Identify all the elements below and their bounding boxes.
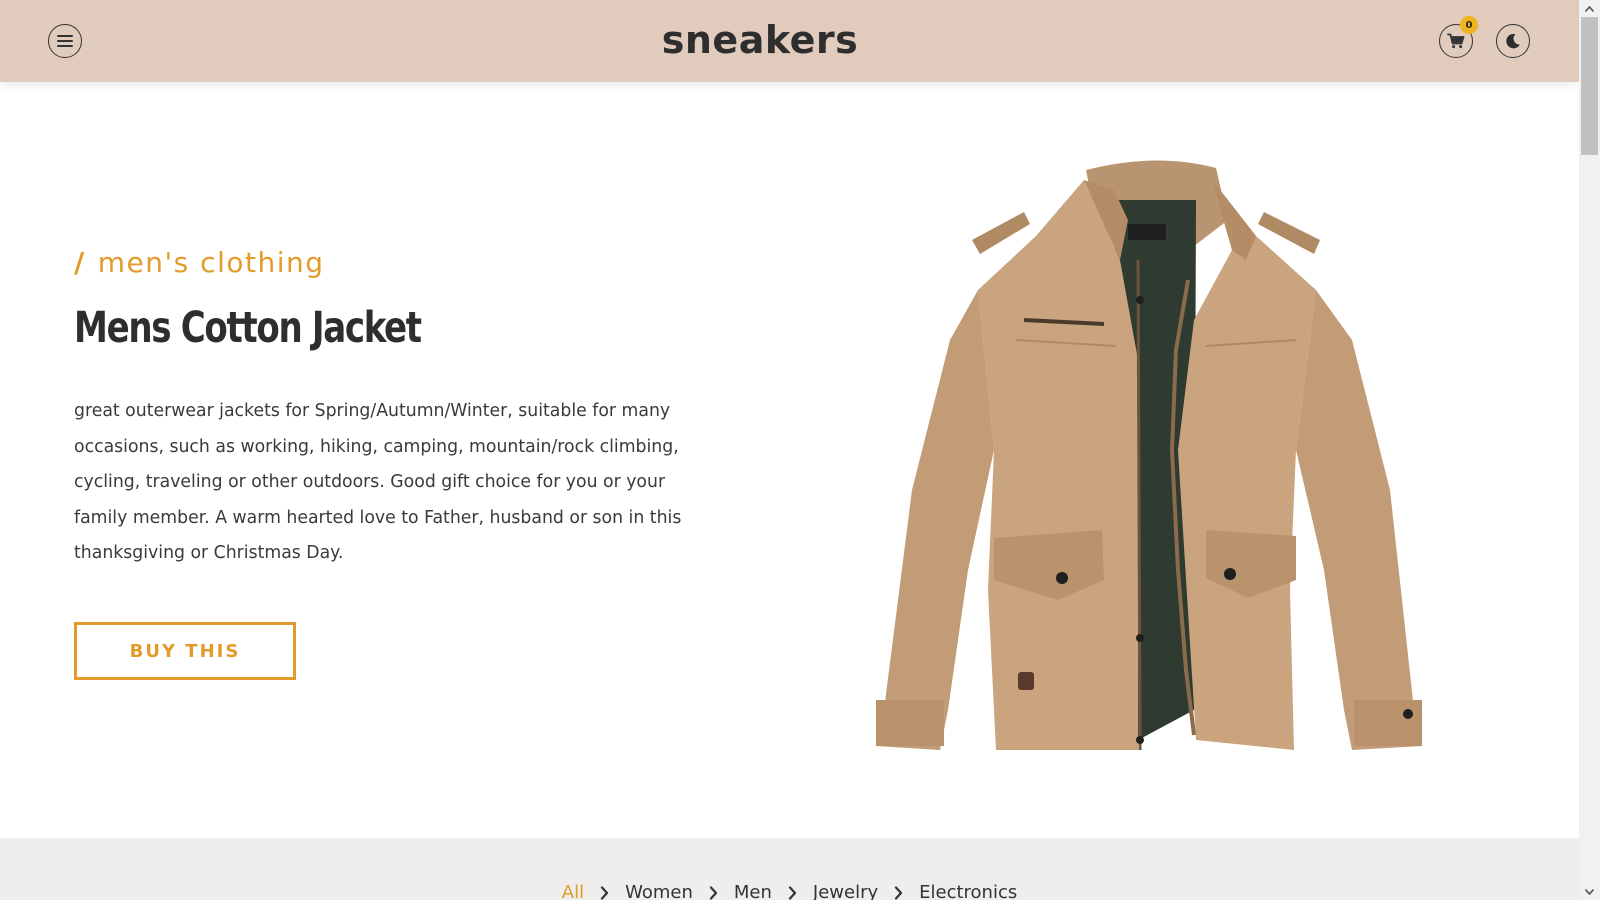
category-nav: All Women Men Jewelry Electronics xyxy=(0,838,1579,900)
top-header: sneakers 0 xyxy=(0,0,1579,82)
chevron-right-icon xyxy=(788,885,797,900)
category-label: men's clothing xyxy=(97,246,325,279)
category-slash: / xyxy=(74,246,86,279)
page: sneakers 0 / men's clothing Mens Cotton J… xyxy=(0,0,1579,900)
category-item-men[interactable]: Men xyxy=(734,882,772,900)
cart-count-badge: 0 xyxy=(1460,16,1478,34)
product-title: Mens Cotton Jacket xyxy=(74,303,422,353)
product-category: / men's clothing xyxy=(74,246,325,279)
category-item-women[interactable]: Women xyxy=(625,882,693,900)
theme-toggle-button[interactable] xyxy=(1496,24,1530,58)
category-item-electronics[interactable]: Electronics xyxy=(919,882,1017,900)
chevron-right-icon xyxy=(709,885,718,900)
chevron-right-icon xyxy=(600,885,609,900)
buy-this-button[interactable]: BUY THIS xyxy=(74,622,296,680)
product-description: great outerwear jackets for Spring/Autum… xyxy=(74,400,682,563)
brand-logo[interactable]: sneakers xyxy=(0,18,1520,62)
moon-icon xyxy=(1506,33,1520,49)
chevron-right-icon xyxy=(894,885,903,900)
cart-button[interactable]: 0 xyxy=(1439,16,1478,58)
vertical-scrollbar[interactable] xyxy=(1579,0,1600,900)
scrollbar-thumb[interactable] xyxy=(1581,17,1598,155)
shopping-cart-icon xyxy=(1447,33,1465,49)
scroll-down-arrow-icon[interactable] xyxy=(1579,883,1600,900)
scroll-up-arrow-icon[interactable] xyxy=(1579,0,1600,17)
product-image[interactable] xyxy=(876,150,1432,770)
category-item-all[interactable]: All xyxy=(562,882,584,900)
category-list: All Women Men Jewelry Electronics xyxy=(0,882,1579,900)
category-item-jewelry[interactable]: Jewelry xyxy=(813,882,878,900)
